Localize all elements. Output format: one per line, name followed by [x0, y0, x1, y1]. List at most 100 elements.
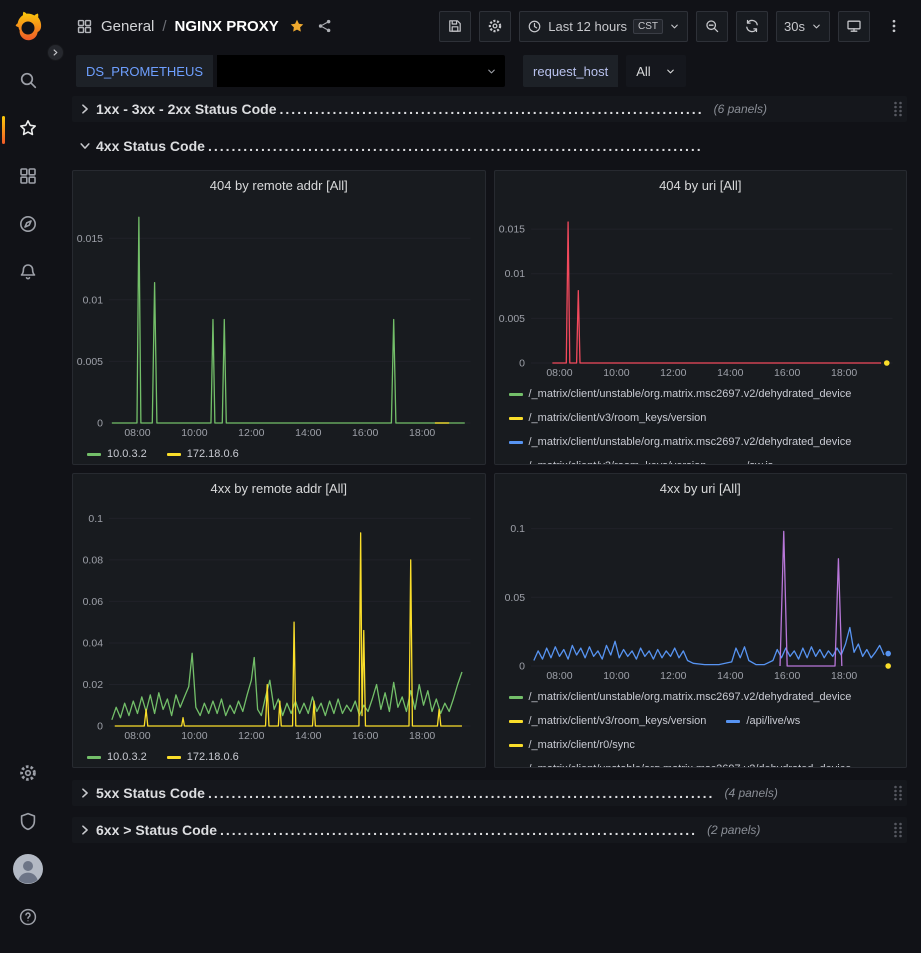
- chevron-down-icon: [811, 21, 822, 32]
- sidebar-item-server-admin[interactable]: [0, 799, 56, 847]
- panel-title[interactable]: 404 by uri [All]: [495, 171, 907, 199]
- y-axis-tick-label: 0.02: [83, 679, 104, 691]
- panel-title[interactable]: 4xx by remote addr [All]: [73, 474, 485, 502]
- panel-2: 404 by uri [All]00.0050.010.01508:0010:0…: [494, 170, 908, 465]
- x-axis-tick-label: 12:00: [238, 427, 264, 439]
- request-host-variable-dropdown[interactable]: All: [626, 55, 685, 87]
- row-title-dots: ........................................…: [208, 785, 715, 801]
- time-series-chart[interactable]: 00.020.040.060.080.108:0010:0012:0014:00…: [73, 502, 485, 742]
- favorite-star-icon[interactable]: [289, 18, 305, 34]
- panel-1: 404 by remote addr [All]00.0050.010.0150…: [72, 170, 486, 465]
- row-title-dots: ........................................…: [280, 101, 704, 117]
- row-drag-handle-icon[interactable]: [893, 785, 903, 801]
- legend-item[interactable]: /_matrix/client/unstable/org.matrix.msc2…: [509, 762, 852, 767]
- y-axis-tick-label: 0: [519, 661, 525, 673]
- legend-series-label: /_matrix/client/unstable/org.matrix.msc2…: [529, 690, 852, 704]
- panel-title[interactable]: 4xx by uri [All]: [495, 474, 907, 502]
- row-panel-count: (2 panels): [707, 823, 760, 837]
- share-icon[interactable]: [317, 18, 333, 34]
- panel-chart[interactable]: 00.0050.010.01508:0010:0012:0014:0016:00…: [73, 199, 485, 439]
- row-drag-handle-icon[interactable]: [893, 101, 903, 117]
- panel-4: 4xx by uri [All]00.050.108:0010:0012:001…: [494, 473, 908, 768]
- legend-series-color-mark: [509, 417, 523, 420]
- legend-item[interactable]: /_matrix/client/unstable/org.matrix.msc2…: [509, 387, 852, 401]
- legend-item[interactable]: /_matrix/client/r0/sync: [509, 738, 635, 752]
- legend-row: /_matrix/client/v3/room_keys/version/api…: [509, 714, 899, 728]
- legend-item[interactable]: /sw.js: [726, 459, 773, 464]
- row-drag-handle-icon[interactable]: [893, 822, 903, 838]
- sidebar-item-alerting[interactable]: [0, 250, 56, 298]
- row-title-dots: ........................................…: [220, 822, 697, 838]
- apps-grid-icon: [76, 18, 93, 35]
- sidebar-item-dashboards[interactable]: [0, 154, 56, 202]
- time-range-picker[interactable]: Last 12 hours CST: [519, 11, 688, 42]
- zoom-out-button[interactable]: [696, 11, 728, 42]
- chevron-right-icon: [78, 823, 92, 837]
- compass-icon: [18, 214, 38, 239]
- series-line: [552, 222, 881, 363]
- series-line: [115, 533, 462, 726]
- sidebar-item-search[interactable]: [0, 58, 56, 106]
- panel-title[interactable]: 404 by remote addr [All]: [73, 171, 485, 199]
- legend-series-color-mark: [167, 756, 181, 759]
- y-axis-tick-label: 0.1: [510, 523, 525, 535]
- more-options-button[interactable]: [878, 11, 909, 42]
- legend-item[interactable]: 172.18.0.6: [167, 750, 239, 764]
- legend-item[interactable]: /api/live/ws: [726, 714, 800, 728]
- x-axis-tick-label: 08:00: [124, 730, 150, 742]
- datasource-variable-dropdown[interactable]: [217, 55, 505, 87]
- star-icon: [18, 118, 38, 143]
- panel-chart[interactable]: 00.050.108:0010:0012:0014:0016:0018:00: [495, 502, 907, 682]
- row-title-dots: ........................................…: [208, 138, 703, 154]
- legend-series-label: /_matrix/client/unstable/org.matrix.msc2…: [529, 762, 852, 767]
- legend-row: /_matrix/client/unstable/org.matrix.msc2…: [509, 387, 899, 401]
- user-avatar: [13, 854, 43, 889]
- legend-item[interactable]: /_matrix/client/v3/room_keys/version: [509, 714, 707, 728]
- legend-item[interactable]: 10.0.3.2: [87, 750, 147, 764]
- x-axis-tick-label: 14:00: [295, 427, 321, 439]
- legend-series-color-mark: [509, 744, 523, 747]
- sidebar-item-explore[interactable]: [0, 202, 56, 250]
- panel-legend: 10.0.3.2 172.18.0.6: [73, 742, 485, 767]
- breadcrumb-folder[interactable]: General: [101, 18, 154, 35]
- cycle-view-mode-button[interactable]: [838, 11, 870, 42]
- sidebar-item-profile[interactable]: [0, 847, 56, 895]
- row-header-5xx[interactable]: 5xx Status Code ........................…: [72, 780, 907, 806]
- legend-item[interactable]: /_matrix/client/unstable/org.matrix.msc2…: [509, 690, 852, 704]
- row-header-4xx[interactable]: 4xx Status Code ........................…: [72, 133, 907, 159]
- time-series-chart[interactable]: 00.0050.010.01508:0010:0012:0014:0016:00…: [495, 199, 907, 379]
- dashboard-settings-button[interactable]: [479, 11, 511, 42]
- legend-series-label: /_matrix/client/unstable/org.matrix.msc2…: [529, 387, 852, 401]
- legend-series-label: /_matrix/client/r0/sync: [529, 738, 635, 752]
- legend-series-color-mark: [509, 441, 523, 444]
- save-dashboard-button[interactable]: [439, 11, 471, 42]
- legend-item[interactable]: /_matrix/client/v3/room_keys/version: [509, 411, 707, 425]
- legend-row: /_matrix/client/r0/sync: [509, 738, 899, 752]
- row-header-1xx-3xx-2xx[interactable]: 1xx - 3xx - 2xx Status Code ............…: [72, 96, 907, 122]
- y-axis-tick-label: 0.01: [504, 268, 525, 280]
- dashboard-title[interactable]: NGINX PROXY: [175, 18, 279, 35]
- row-header-6xx[interactable]: 6xx > Status Code ......................…: [72, 817, 907, 843]
- datasource-variable-label: DS_PROMETHEUS: [76, 55, 213, 87]
- refresh-interval-dropdown[interactable]: 30s: [776, 11, 830, 42]
- zoom-out-icon: [704, 18, 720, 34]
- dashboards-grid-icon: [18, 166, 38, 191]
- kebab-icon: [886, 18, 902, 34]
- time-series-chart[interactable]: 00.050.108:0010:0012:0014:0016:0018:00: [495, 502, 907, 682]
- legend-item[interactable]: /_matrix/client/v3/room_keys/version: [509, 459, 707, 464]
- grafana-logo[interactable]: [12, 10, 44, 42]
- sidebar-item-starred[interactable]: [0, 106, 56, 154]
- panel-chart[interactable]: 00.0050.010.01508:0010:0012:0014:0016:00…: [495, 199, 907, 379]
- sidebar-item-help[interactable]: [0, 895, 56, 943]
- legend-series-label: 172.18.0.6: [187, 750, 239, 764]
- legend-item[interactable]: 172.18.0.6: [167, 447, 239, 461]
- refresh-button[interactable]: [736, 11, 768, 42]
- bell-icon: [18, 262, 38, 287]
- legend-item[interactable]: /_matrix/client/unstable/org.matrix.msc2…: [509, 435, 852, 449]
- sidebar-bottom: [0, 751, 56, 943]
- panel-chart[interactable]: 00.020.040.060.080.108:0010:0012:0014:00…: [73, 502, 485, 742]
- sidebar-expand-button[interactable]: [47, 44, 64, 61]
- legend-item[interactable]: 10.0.3.2: [87, 447, 147, 461]
- sidebar-item-configuration[interactable]: [0, 751, 56, 799]
- time-series-chart[interactable]: 00.0050.010.01508:0010:0012:0014:0016:00…: [73, 199, 485, 439]
